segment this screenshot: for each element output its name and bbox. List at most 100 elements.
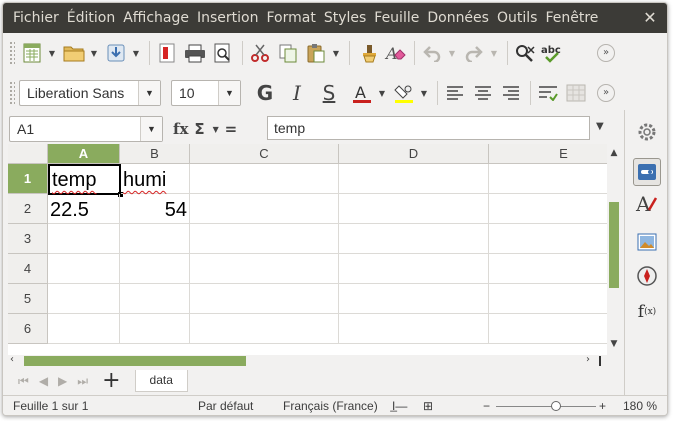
- zoom-in-button[interactable]: +: [599, 399, 606, 413]
- cell-a1[interactable]: temp: [48, 164, 121, 195]
- strikethrough-button[interactable]: S: [317, 81, 341, 105]
- cell-c6[interactable]: [190, 314, 339, 344]
- cell-e1[interactable]: [489, 164, 607, 194]
- cell-d6[interactable]: [339, 314, 489, 344]
- new-dropdown-arrow[interactable]: ▼: [47, 49, 57, 58]
- cell-a3[interactable]: [48, 224, 120, 254]
- formula-equals-button[interactable]: =: [225, 120, 238, 138]
- sidebar-navigator-icon[interactable]: [633, 262, 661, 290]
- chevron-down-icon[interactable]: ▼: [138, 81, 160, 105]
- chevron-down-icon[interactable]: ▼: [218, 81, 240, 105]
- first-sheet-icon[interactable]: ⏮: [18, 374, 29, 389]
- print-preview-icon[interactable]: [210, 40, 236, 66]
- menu-affichage[interactable]: Affichage: [119, 3, 193, 33]
- cell-b6[interactable]: [120, 314, 190, 344]
- menu-outils[interactable]: Outils: [493, 3, 541, 33]
- font-name-combobox[interactable]: Liberation Sans ▼: [19, 80, 161, 106]
- cell-c3[interactable]: [190, 224, 339, 254]
- horizontal-scroll-thumb[interactable]: [24, 356, 246, 366]
- toolbar-grip[interactable]: [9, 81, 15, 105]
- sidebar-functions-icon[interactable]: f (x): [633, 298, 661, 326]
- open-folder-icon[interactable]: [61, 40, 87, 66]
- merge-cells-icon[interactable]: [563, 80, 589, 106]
- cell-e6[interactable]: [489, 314, 607, 344]
- cell-d4[interactable]: [339, 254, 489, 284]
- sidebar-settings-icon[interactable]: [633, 118, 661, 146]
- scroll-up-icon[interactable]: ▲: [607, 148, 621, 158]
- sheet-tab-data[interactable]: data: [134, 370, 188, 392]
- paste-dropdown-arrow[interactable]: ▼: [331, 49, 341, 58]
- undo-dropdown-arrow[interactable]: ▼: [447, 49, 457, 58]
- cell-a2[interactable]: 22.5: [48, 194, 120, 224]
- name-box[interactable]: A1 ▼: [9, 116, 163, 142]
- cell-a5[interactable]: [48, 284, 120, 314]
- column-header-a[interactable]: A: [48, 144, 120, 164]
- column-header-e[interactable]: E: [489, 144, 607, 164]
- cell-c4[interactable]: [190, 254, 339, 284]
- chevron-down-icon[interactable]: ▼: [140, 117, 162, 141]
- cell-d3[interactable]: [339, 224, 489, 254]
- bold-button[interactable]: G: [253, 81, 277, 105]
- redo-dropdown-arrow[interactable]: ▼: [489, 49, 499, 58]
- cell-e2[interactable]: [489, 194, 607, 224]
- cell-c5[interactable]: [190, 284, 339, 314]
- cell-b1[interactable]: humi: [121, 164, 190, 194]
- menu-fichier[interactable]: Fichier: [9, 3, 63, 33]
- redo-icon[interactable]: [461, 40, 487, 66]
- cell-b5[interactable]: [120, 284, 190, 314]
- column-header-b[interactable]: B: [120, 144, 190, 164]
- font-color-icon[interactable]: A: [349, 80, 375, 106]
- undo-icon[interactable]: [419, 40, 445, 66]
- menu-format[interactable]: Format: [262, 3, 319, 33]
- column-header-d[interactable]: D: [339, 144, 489, 164]
- cell-c2[interactable]: [190, 194, 339, 224]
- next-sheet-icon[interactable]: ▶: [58, 374, 67, 388]
- split-handle[interactable]: [599, 356, 601, 366]
- copy-icon[interactable]: [275, 40, 301, 66]
- font-color-dropdown-arrow[interactable]: ▼: [377, 89, 387, 98]
- align-right-icon[interactable]: [498, 80, 524, 106]
- sum-dropdown-arrow[interactable]: ▼: [211, 125, 221, 134]
- zoom-level[interactable]: 180 %: [623, 399, 657, 413]
- cell-d1[interactable]: [339, 164, 489, 194]
- paste-icon[interactable]: [303, 40, 329, 66]
- scroll-right-icon[interactable]: ›: [586, 354, 590, 365]
- row-header-5[interactable]: 5: [8, 284, 48, 314]
- previous-sheet-icon[interactable]: ◀: [39, 374, 48, 388]
- page-style[interactable]: Par défaut: [198, 399, 253, 413]
- clone-formatting-icon[interactable]: [354, 40, 380, 66]
- scroll-down-icon[interactable]: ▼: [607, 339, 621, 349]
- sum-button[interactable]: Σ: [194, 120, 204, 138]
- align-center-icon[interactable]: [470, 80, 496, 106]
- select-all-corner[interactable]: [8, 144, 48, 164]
- font-size-combobox[interactable]: 10 ▼: [171, 80, 241, 106]
- formatting-toolbar-overflow-button[interactable]: »: [597, 84, 615, 102]
- find-replace-icon[interactable]: [512, 40, 538, 66]
- sidebar-gallery-icon[interactable]: [633, 228, 661, 256]
- sidebar-styles-icon[interactable]: A: [633, 190, 661, 218]
- sidebar-properties-icon[interactable]: [633, 158, 661, 186]
- menu-edition[interactable]: Édition: [63, 3, 119, 33]
- column-header-c[interactable]: C: [190, 144, 339, 164]
- toolbar-grip[interactable]: [9, 41, 15, 65]
- vertical-scroll-thumb[interactable]: [609, 202, 619, 288]
- zoom-out-button[interactable]: −: [483, 399, 490, 413]
- cell-d2[interactable]: [339, 194, 489, 224]
- cell-b2[interactable]: 54: [120, 194, 190, 224]
- cell-e3[interactable]: [489, 224, 607, 254]
- vertical-scrollbar[interactable]: ▲ ▼: [607, 144, 621, 355]
- menu-styles[interactable]: Styles: [320, 3, 370, 33]
- cell-e5[interactable]: [489, 284, 607, 314]
- row-header-1[interactable]: 1: [8, 164, 48, 194]
- menu-fenetre[interactable]: Fenêtre: [541, 3, 602, 33]
- row-header-6[interactable]: 6: [8, 314, 48, 344]
- cell-a4[interactable]: [48, 254, 120, 284]
- close-window-button[interactable]: ✕: [641, 9, 659, 27]
- zoom-slider-knob[interactable]: [551, 401, 561, 411]
- cell-a6[interactable]: [48, 314, 120, 344]
- cell-d5[interactable]: [339, 284, 489, 314]
- cell-e4[interactable]: [489, 254, 607, 284]
- export-pdf-icon[interactable]: [154, 40, 180, 66]
- align-left-icon[interactable]: [442, 80, 468, 106]
- row-header-2[interactable]: 2: [8, 194, 48, 224]
